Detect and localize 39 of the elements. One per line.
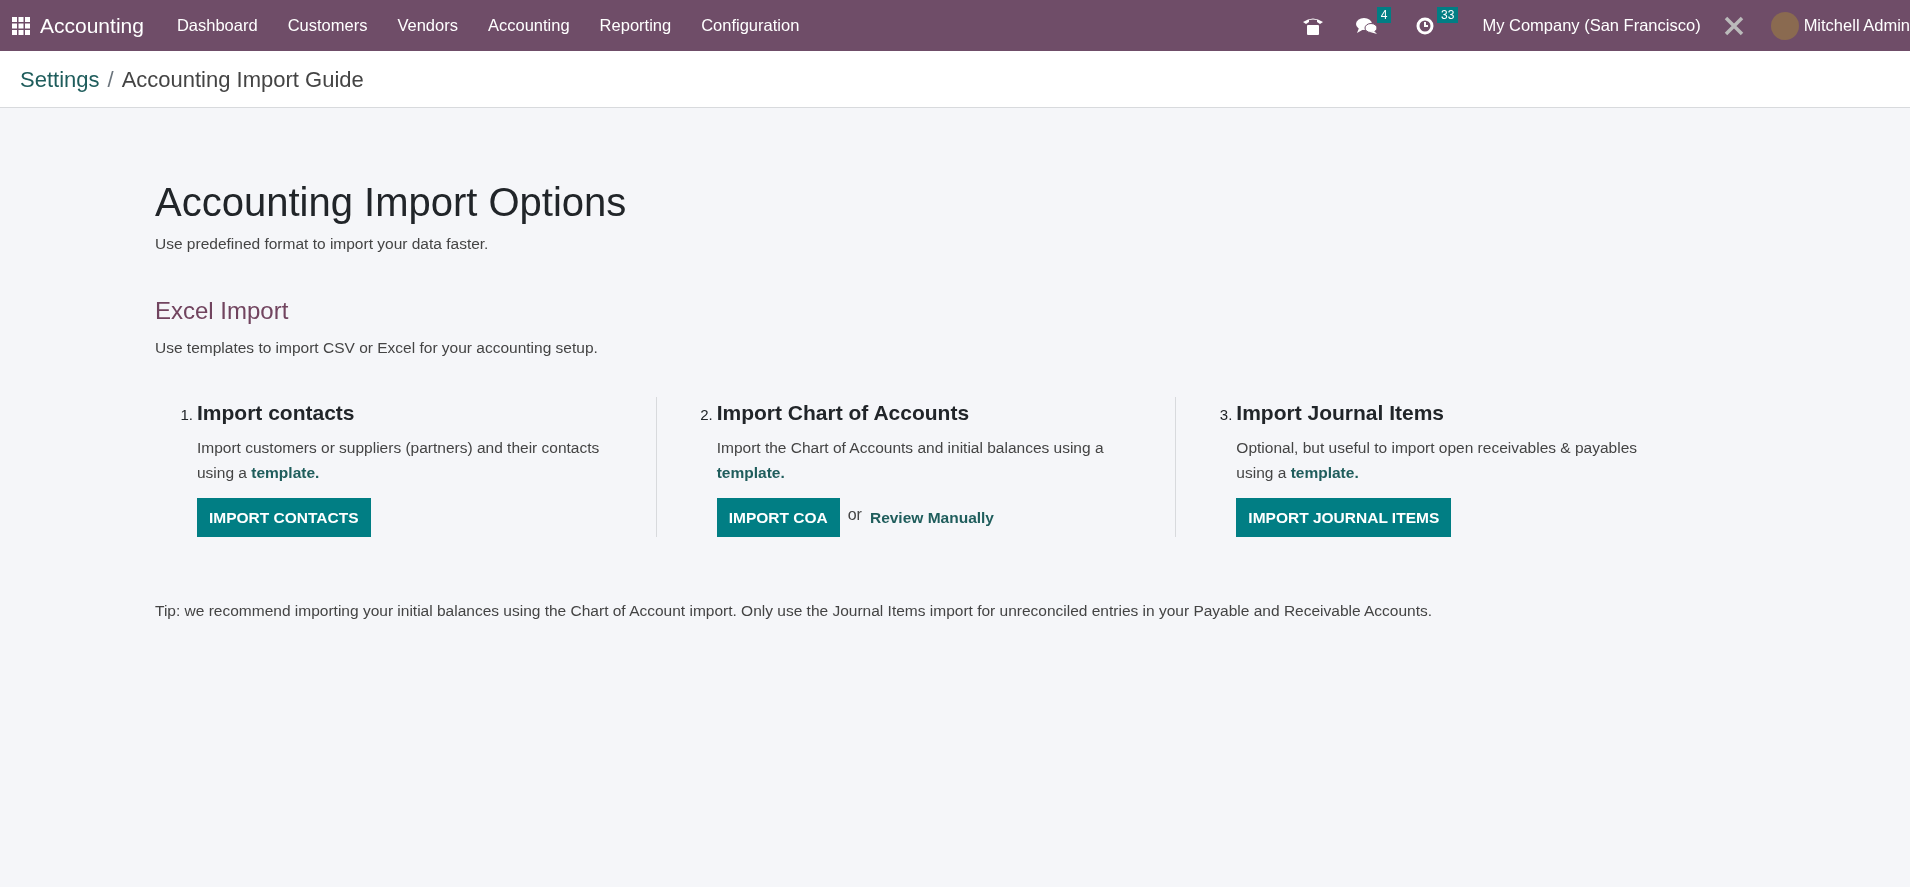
tip-text: Tip: we recommend importing your initial balances using the Chart of Account import. Only use the Journal Items import for unreconciled entries in your Payable and Receivable Accounts. [155,601,1434,622]
import-button[interactable]: IMPORT CONTACTS [197,497,371,538]
app-name[interactable]: Accounting [40,9,144,42]
template-link[interactable]: template. [251,464,320,482]
breadcrumb-separator: / [107,65,114,94]
step-title: Import Chart of Accounts [716,400,970,427]
menu-item[interactable]: Vendors [382,13,473,38]
import-button[interactable]: IMPORT COA [716,497,840,538]
menu-item[interactable]: Accounting [472,13,585,38]
or-text: or [847,504,862,525]
clock-icon[interactable] [1416,17,1435,36]
step-description: Import customers or suppliers (partners) and their contacts using a template. [197,437,601,484]
user-name[interactable]: Mitchell Admin [1803,13,1910,38]
step-title: Import contacts [197,400,355,427]
menu-item[interactable]: Dashboard [161,13,273,38]
chat-icon[interactable] [1356,17,1379,36]
menu-item[interactable]: Customers [272,13,383,38]
page-title: Accounting Import Options [155,179,628,226]
step-description: Import the Chart of Accounts and initial balances using a template. [716,437,1105,484]
section-description: Use templates to import CSV or Excel for your accounting setup. [155,338,599,359]
import-button[interactable]: IMPORT JOURNAL ITEMS [1236,497,1452,538]
count-badge: 33 [1437,6,1459,23]
count-badge: 4 [1376,6,1392,23]
step-number: 3. [1218,405,1233,426]
page-subtitle: Use predefined format to import your data faster. [155,234,490,254]
section-title: Excel Import [155,297,290,327]
breadcrumb-link[interactable]: Settings [20,62,100,96]
review-link[interactable]: Review Manually [869,505,994,530]
step-number: 2. [699,405,713,426]
step-title: Import Journal Items [1236,400,1445,427]
template-link[interactable]: template. [716,464,785,482]
app-grid-icon[interactable] [12,16,30,35]
breadcrumb-current: Accounting Import Guide [121,65,364,94]
step-number: 1. [179,405,193,426]
menu-item[interactable]: Configuration [686,13,815,38]
step-description: Optional, but useful to import open receivables & payables using a template. [1236,437,1638,484]
menu-item[interactable]: Reporting [584,13,687,38]
company-switcher[interactable]: My Company (San Francisco) [1482,13,1701,38]
template-link[interactable]: template. [1290,464,1359,482]
